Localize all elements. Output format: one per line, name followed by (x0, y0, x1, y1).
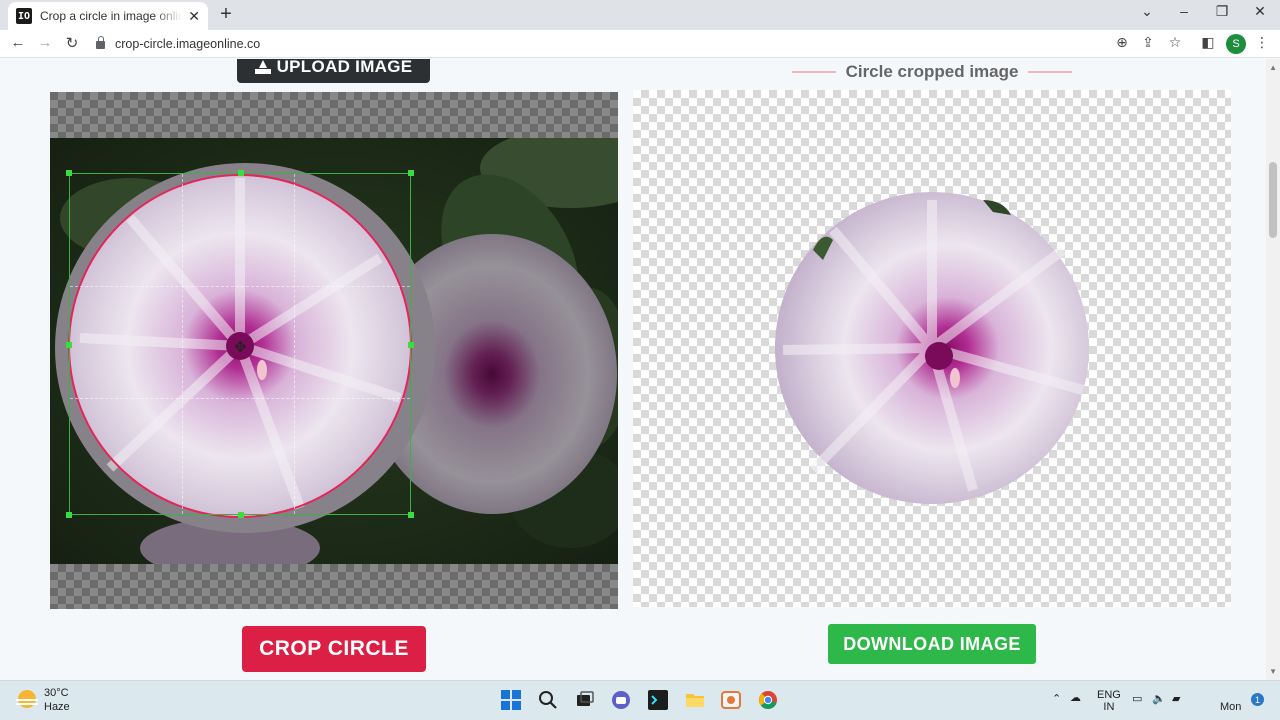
media-app-icon[interactable] (720, 689, 742, 711)
page-scrollbar[interactable]: ▲ ▼ (1266, 59, 1280, 680)
profile-avatar[interactable]: S (1226, 34, 1246, 54)
scrollbar-thumb[interactable] (1269, 162, 1277, 238)
region-code: IN (1103, 701, 1115, 713)
scroll-down-icon[interactable]: ▼ (1269, 667, 1277, 676)
url-field[interactable]: crop-circle.imageonline.co (96, 34, 260, 54)
onedrive-icon[interactable]: ☁ (1070, 692, 1081, 704)
crop-guide (182, 174, 184, 514)
tab-title: Crop a circle in image online - free (40, 9, 183, 23)
crop-selection-box[interactable]: ✥ (66, 170, 414, 518)
minimize-button[interactable]: – (1172, 3, 1196, 19)
maximize-button[interactable]: ❐ (1210, 3, 1234, 20)
back-icon[interactable]: ← (8, 34, 28, 51)
crop-handle-sw[interactable] (66, 512, 72, 518)
language-code: ENG (1097, 689, 1121, 701)
close-tab-icon[interactable]: ✕ (188, 8, 200, 25)
close-window-button[interactable]: ✕ (1248, 3, 1272, 20)
crop-handle-nw[interactable] (66, 170, 72, 176)
url-text: crop-circle.imageonline.co (115, 37, 261, 51)
bookmark-star-icon[interactable]: ☆ (1165, 34, 1185, 51)
crop-guide (70, 286, 410, 288)
file-explorer-icon[interactable] (684, 689, 706, 711)
upload-button-label: UPLOAD IMAGE (276, 59, 413, 76)
side-panel-icon[interactable]: ◧ (1198, 34, 1218, 51)
crop-guide (294, 174, 296, 514)
browser-tab-bar: IO Crop a circle in image online - free … (0, 0, 1280, 30)
crop-circle-button[interactable]: CROP CIRCLE (242, 626, 426, 672)
site-favicon: IO (16, 8, 32, 24)
battery-icon[interactable]: ▰ (1172, 693, 1180, 705)
lock-icon[interactable] (96, 36, 105, 49)
reload-icon[interactable]: ↻ (62, 34, 82, 52)
clock[interactable]: Mon (1220, 701, 1241, 713)
weather-icon[interactable] (16, 690, 38, 708)
zoom-icon[interactable]: ⊕ (1112, 34, 1132, 51)
result-heading: Circle cropped image (792, 61, 1073, 83)
network-icon[interactable]: ▭ (1132, 693, 1142, 705)
crop-handle-e[interactable] (408, 342, 414, 348)
crop-handle-ne[interactable] (408, 170, 414, 176)
crop-handle-s[interactable] (238, 512, 244, 518)
upload-image-button[interactable]: UPLOAD IMAGE (237, 59, 430, 83)
crop-editor[interactable]: ✥ (50, 92, 618, 609)
temperature: 30°C (44, 687, 69, 699)
menu-icon[interactable]: ⋮ (1252, 34, 1272, 51)
crop-handle-w[interactable] (66, 342, 72, 348)
crop-handle-n[interactable] (238, 170, 244, 176)
windows-start-icon[interactable] (500, 689, 522, 711)
language-indicator[interactable]: ENG IN (1097, 689, 1121, 713)
chrome-icon[interactable] (757, 689, 779, 711)
share-icon[interactable]: ⇪ (1138, 34, 1158, 51)
task-view-icon[interactable] (574, 689, 596, 711)
scroll-up-icon[interactable]: ▲ (1269, 63, 1277, 72)
terminal-app-icon[interactable] (647, 689, 669, 711)
search-icon[interactable] (537, 689, 559, 711)
cropped-preview (633, 90, 1231, 607)
forward-icon[interactable]: → (35, 34, 55, 51)
crop-handle-se[interactable] (408, 512, 414, 518)
move-cursor-icon: ✥ (234, 339, 247, 356)
page-content: UPLOAD IMAGE ✥ Circle cropped image CROP… (0, 59, 1280, 680)
volume-icon[interactable]: 🔈 (1152, 693, 1166, 705)
address-bar: ← → ↻ crop-circle.imageonline.co ⊕ ⇪ ☆ ◧… (0, 30, 1280, 58)
result-title: Circle cropped image (835, 62, 1029, 82)
new-tab-button[interactable]: + (216, 3, 236, 25)
windows-taskbar: 30°C Haze ⌃ ☁ ENG IN ▭ 🔈 ▰ Mon 1 (0, 680, 1280, 720)
teams-chat-icon[interactable] (610, 689, 632, 711)
download-image-button[interactable]: DOWNLOAD IMAGE (828, 624, 1036, 664)
weather-widget[interactable]: 30°C Haze (44, 686, 70, 714)
notification-badge[interactable]: 1 (1251, 693, 1264, 706)
upload-icon (254, 60, 271, 74)
crop-guide (70, 398, 410, 400)
show-hidden-icons[interactable]: ⌃ (1052, 693, 1061, 705)
browser-tab[interactable]: IO Crop a circle in image online - free … (8, 2, 208, 30)
cropped-flower-image (775, 192, 1089, 504)
weather-condition: Haze (44, 701, 70, 713)
tab-search-icon[interactable]: ⌄ (1135, 3, 1159, 20)
